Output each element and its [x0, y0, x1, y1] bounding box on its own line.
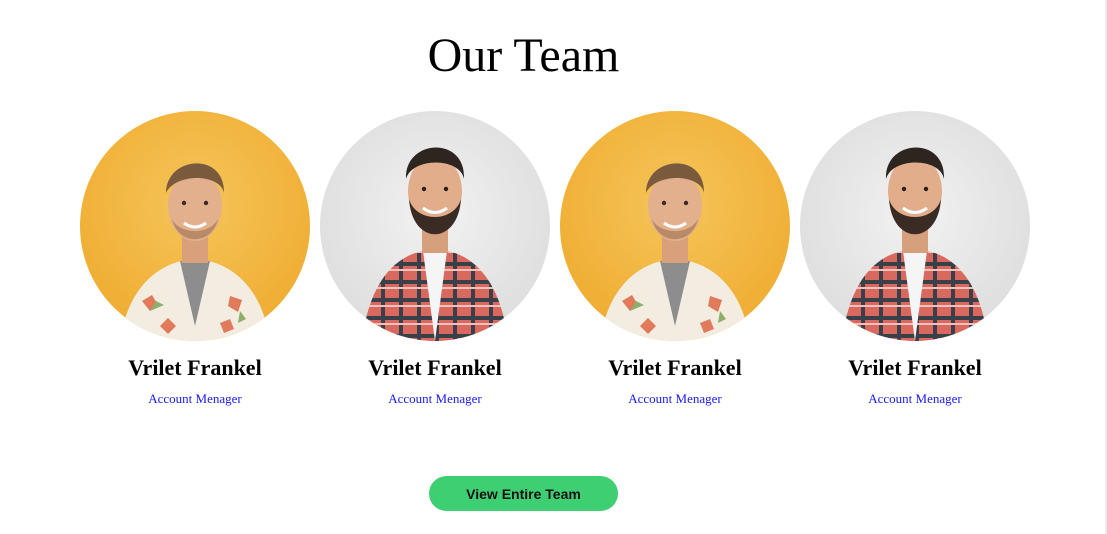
- portrait-yellow-background-icon: [80, 111, 310, 341]
- team-row: Vrilet Frankel Account Menager Vrilet Fr…: [75, 111, 1035, 421]
- member-role: Account Menager: [148, 391, 242, 406]
- team-member-card: Vrilet Frankel Account Menager: [555, 111, 795, 411]
- member-name: Vrilet Frankel: [368, 355, 502, 380]
- member-photo: [800, 111, 1030, 341]
- team-member-card: Vrilet Frankel Account Menager: [315, 111, 555, 411]
- member-role: Account Menager: [868, 391, 962, 406]
- member-name: Vrilet Frankel: [128, 355, 262, 380]
- team-member-card: Vrilet Frankel Account Menager: [795, 111, 1035, 411]
- view-entire-team-button[interactable]: View Entire Team: [429, 476, 618, 511]
- portrait-yellow-background-icon: [560, 111, 790, 341]
- member-photo: [320, 111, 550, 341]
- member-name: Vrilet Frankel: [848, 355, 982, 380]
- page-title: Our Team: [427, 29, 620, 82]
- member-role: Account Menager: [388, 391, 482, 406]
- portrait-grey-background-icon: [320, 111, 550, 341]
- member-role: Account Menager: [628, 391, 722, 406]
- member-photo: [80, 111, 310, 341]
- team-member-card: Vrilet Frankel Account Menager: [75, 111, 315, 411]
- portrait-grey-background-icon: [800, 111, 1030, 341]
- member-name: Vrilet Frankel: [608, 355, 742, 380]
- member-photo: [560, 111, 790, 341]
